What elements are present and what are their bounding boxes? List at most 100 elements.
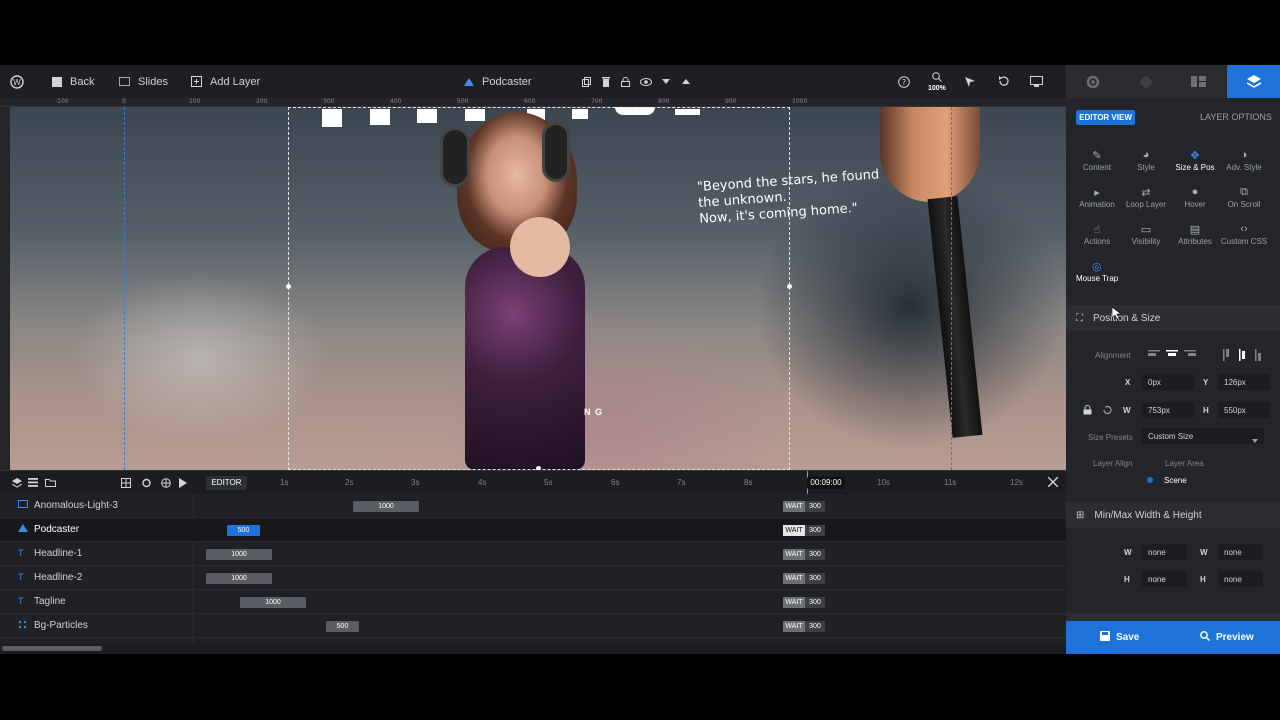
subtab-loop-layer[interactable]: ⇄ Loop Layer [1121,186,1171,209]
resize-handle[interactable] [787,284,792,289]
subtab-content[interactable]: ✎ Content [1072,149,1122,172]
subtab-on-scroll[interactable]: ⧉ On Scroll [1219,186,1269,209]
align-top-icon[interactable] [1222,349,1232,364]
subtab-style[interactable]: ◕ Style [1121,149,1171,172]
help-icon[interactable]: ? [898,65,910,98]
back-button[interactable]: Back [52,65,94,98]
list-icon[interactable] [28,478,38,490]
w-label: W [1123,406,1131,415]
chevron-up-icon[interactable] [682,65,690,98]
play-icon: ▸ [1094,187,1100,199]
layer-row[interactable]: T Tagline 1000 WAIT 300 [0,590,1066,614]
editor-view-badge[interactable]: EDITOR VIEW [1076,110,1135,125]
horizontal-scrollbar[interactable] [0,644,1066,654]
animation-bar[interactable]: 500 [326,621,359,632]
layer-row[interactable]: Bg-Particles 500 WAIT 300 [0,614,1066,638]
layer-options-tab[interactable] [1227,65,1280,98]
close-icon[interactable] [1047,476,1059,490]
play-icon[interactable] [179,478,187,491]
wait-block[interactable]: WAIT 300 [783,501,825,512]
visibility-icon[interactable] [640,65,652,98]
layer-row[interactable]: T Headline-1 1000 WAIT 300 [0,542,1066,566]
chevron-down-icon[interactable] [662,65,670,98]
scene-option[interactable]: Scene [1164,476,1187,485]
desktop-view-icon[interactable] [1030,65,1043,98]
zoom-control[interactable]: 100% [928,65,946,98]
lock-icon[interactable] [621,65,630,98]
wait-block[interactable]: WAIT 300 [783,597,825,608]
wait-block[interactable]: WAIT 300 [783,525,825,536]
layer-selection-box[interactable] [288,107,790,470]
subtab-attributes[interactable]: ▤ Attributes [1170,223,1220,246]
undo-icon[interactable] [998,65,1009,98]
fit-icon[interactable] [121,478,131,491]
preview-button[interactable]: Preview [1200,621,1254,654]
time-mark: 6s [611,478,620,487]
layers-icon[interactable] [11,478,23,491]
current-time[interactable]: 00:09:00 [807,477,845,489]
minmax-header[interactable]: ⊞ Min/Max Width & Height [1066,502,1280,528]
slides-button[interactable]: Slides [119,65,168,98]
lock-icon[interactable] [1083,405,1092,418]
layer-row[interactable]: T Headline-2 1000 WAIT 300 [0,566,1066,590]
scene-radio[interactable] [1147,477,1153,483]
subtab-hover[interactable]: ● Hover [1170,186,1220,209]
w-field[interactable]: 753px [1142,402,1194,418]
subtab-custom-css[interactable]: ‹› Custom CSS [1219,223,1269,246]
wait-block[interactable]: WAIT 300 [783,573,825,584]
scrollbar-thumb[interactable] [2,646,102,651]
save-button[interactable]: Save [1100,621,1139,654]
editor-button[interactable]: EDITOR [206,476,247,490]
align-center-icon[interactable] [1166,349,1178,364]
time-mark: 12s [1010,478,1023,487]
subtab-size-pos[interactable]: ✥ Size & Pos [1170,149,1220,172]
add-layer-button[interactable]: Add Layer [191,65,260,98]
size-presets-select[interactable]: Custom Size [1142,428,1264,444]
subtab-mouse-trap[interactable]: ◎ Mouse Trap [1072,260,1132,283]
max-width-field[interactable]: none [1218,544,1263,560]
reset-icon[interactable] [1102,405,1112,418]
resize-handle[interactable] [286,284,291,289]
align-middle-icon[interactable] [1238,349,1248,364]
y-field[interactable]: 126px [1218,374,1270,390]
folder-icon[interactable] [45,478,56,490]
cursor-icon[interactable] [965,65,975,98]
wait-block[interactable]: WAIT 300 [783,549,825,560]
subtab-actions[interactable]: ☝ Actions [1072,223,1122,246]
ruler-tick: 800 [658,98,670,105]
align-right-icon[interactable] [1184,349,1196,364]
animation-bar[interactable]: 1000 [206,549,272,560]
ruler-tick: 700 [591,98,603,105]
subtab-visibility[interactable]: ▭ Visibility [1121,223,1171,246]
globe-icon[interactable] [161,478,171,491]
chevron-down-icon [1252,434,1258,446]
align-left-icon[interactable] [1148,349,1160,364]
animation-bar[interactable]: 1000 [240,597,306,608]
layer-row[interactable]: Anomalous-Light-3 1000 WAIT 300 [0,494,1066,518]
slide-canvas[interactable]: "Beyond the stars, he found the unknown.… [10,107,1066,470]
settings-tab[interactable] [1066,65,1119,98]
min-width-field[interactable]: none [1142,544,1187,560]
max-height-field[interactable]: none [1218,571,1263,587]
layers-tab[interactable] [1172,65,1225,98]
loop-icon[interactable] [141,478,152,491]
wait-block[interactable]: WAIT 300 [783,621,825,632]
duplicate-icon[interactable] [582,65,591,98]
wordpress-icon[interactable]: W [10,65,24,98]
position-size-header[interactable]: ⛶ Position & Size [1066,305,1280,331]
subtab-adv-style[interactable]: ◑ Adv. Style [1219,149,1269,172]
animation-bar[interactable]: 1000 [353,501,419,512]
align-bottom-icon[interactable] [1254,349,1264,364]
slide-tab[interactable] [1119,65,1172,98]
layer-row[interactable]: Podcaster 500 WAIT 300 [0,518,1066,542]
subtab-animation[interactable]: ▸ Animation [1072,186,1122,209]
x-field[interactable]: 0px [1142,374,1194,390]
ruler-tick: 600 [524,98,536,105]
layer-area-option[interactable]: Layer Area [1165,459,1204,468]
delete-icon[interactable] [602,65,610,98]
h-field[interactable]: 550px [1218,402,1270,418]
min-height-field[interactable]: none [1142,571,1187,587]
animation-bar[interactable]: 1000 [206,573,272,584]
next-section-header[interactable] [1066,613,1280,621]
animation-bar[interactable]: 500 [227,525,260,536]
